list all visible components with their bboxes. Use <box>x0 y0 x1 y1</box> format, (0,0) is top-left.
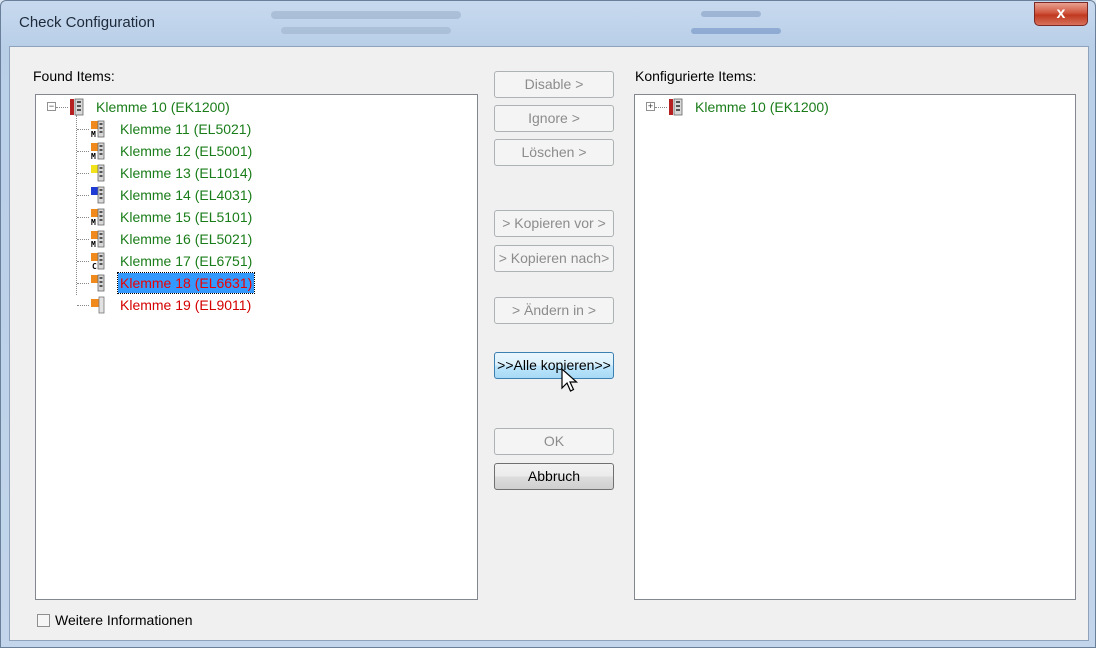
yellow-terminal-icon <box>91 164 105 182</box>
tree-item-label: Klemme 14 (EL4031) <box>120 187 253 203</box>
tree-item-label: Klemme 18 (EL6631) <box>116 272 256 294</box>
blue-terminal-icon <box>91 186 105 204</box>
svg-text:M: M <box>91 218 96 226</box>
tree-item-label: Klemme 11 (EL5021) <box>120 121 252 137</box>
tree-connector <box>77 261 89 262</box>
tree-root-row[interactable]: − Klemme 10 (EK1200) <box>36 97 476 117</box>
ok-button[interactable]: OK <box>494 428 614 455</box>
tree-connector <box>655 107 667 108</box>
dialog-client-area: Found Items: − Klemme 10 (EK1200) M Klemm… <box>9 46 1089 641</box>
copy-after-button[interactable]: > Kopieren nach> <box>494 245 614 272</box>
tree-item-row[interactable]: M Klemme 16 (EL5021) <box>36 229 476 249</box>
tree-item-row[interactable]: M Klemme 11 (EL5021) <box>36 119 476 139</box>
tree-connector <box>77 217 89 218</box>
more-info-label: Weitere Informationen <box>55 612 193 628</box>
tree-connector <box>77 283 89 284</box>
background-window-blur <box>271 11 461 19</box>
orange-terminal-icon <box>91 274 105 292</box>
mouse-cursor-icon <box>561 368 579 392</box>
tree-item-row[interactable]: C Klemme 17 (EL6751) <box>36 251 476 271</box>
svg-text:M: M <box>91 152 96 160</box>
orange-M-terminal-icon: M <box>91 142 105 160</box>
disable-button[interactable]: Disable > <box>494 71 614 98</box>
tree-connector <box>77 129 89 130</box>
window-title: Check Configuration <box>19 14 155 31</box>
title-bar[interactable]: Check Configuration x <box>1 1 1095 45</box>
background-window-blur <box>701 11 761 17</box>
tree-connector <box>77 151 89 152</box>
more-info-checkbox[interactable] <box>37 614 50 627</box>
close-button[interactable]: x <box>1034 2 1088 26</box>
svg-text:M: M <box>91 130 96 138</box>
coupler-terminal-icon <box>669 98 683 116</box>
expand-icon[interactable]: + <box>646 102 655 111</box>
end-terminal-icon <box>91 296 105 314</box>
copy-all-button[interactable]: >>Alle kopieren>> <box>494 352 614 379</box>
cancel-button[interactable]: Abbruch <box>494 463 614 490</box>
tree-item-label: Klemme 15 (EL5101) <box>120 209 253 225</box>
tree-root-row[interactable]: + Klemme 10 (EK1200) <box>635 97 1075 117</box>
tree-root-label: Klemme 10 (EK1200) <box>96 99 230 115</box>
tree-item-row[interactable]: Klemme 14 (EL4031) <box>36 185 476 205</box>
copy-before-button[interactable]: > Kopieren vor > <box>494 210 614 237</box>
orange-M-terminal-icon: M <box>91 120 105 138</box>
collapse-icon[interactable]: − <box>47 102 56 111</box>
tree-connector <box>77 195 89 196</box>
tree-connector <box>77 305 89 306</box>
orange-C-terminal-icon: C <box>91 252 105 270</box>
change-to-button[interactable]: > Ändern in > <box>494 297 614 324</box>
svg-text:C: C <box>92 262 97 270</box>
tree-item-label: Klemme 16 (EL5021) <box>120 231 253 247</box>
orange-M-terminal-icon: M <box>91 230 105 248</box>
tree-connector <box>56 107 68 108</box>
delete-button[interactable]: Löschen > <box>494 139 614 166</box>
background-window-blur <box>691 28 781 34</box>
tree-item-label: Klemme 12 (EL5001) <box>120 143 253 159</box>
tree-connector <box>77 239 89 240</box>
tree-item-label: Klemme 17 (EL6751) <box>120 253 253 269</box>
tree-item-label: Klemme 19 (EL9011) <box>120 297 252 313</box>
tree-connector <box>77 173 89 174</box>
configured-items-label: Konfigurierte Items: <box>635 68 757 84</box>
orange-M-terminal-icon: M <box>91 208 105 226</box>
background-window-blur <box>281 27 451 34</box>
check-configuration-dialog: Check Configuration x Found Items: − Kle… <box>0 0 1096 648</box>
tree-item-row[interactable]: M Klemme 12 (EL5001) <box>36 141 476 161</box>
found-items-tree[interactable]: − Klemme 10 (EK1200) M Klemme 11 (EL5021)… <box>35 94 478 600</box>
found-items-label: Found Items: <box>33 68 115 84</box>
tree-item-row[interactable]: Klemme 19 (EL9011) <box>36 295 476 315</box>
svg-text:M: M <box>91 240 96 248</box>
tree-item-row[interactable]: M Klemme 15 (EL5101) <box>36 207 476 227</box>
configured-items-tree[interactable]: + Klemme 10 (EK1200) <box>634 94 1076 600</box>
tree-item-label: Klemme 13 (EL1014) <box>120 165 253 181</box>
ignore-button[interactable]: Ignore > <box>494 105 614 132</box>
tree-item-row[interactable]: Klemme 18 (EL6631) <box>36 272 476 294</box>
tree-item-row[interactable]: Klemme 13 (EL1014) <box>36 163 476 183</box>
tree-root-label: Klemme 10 (EK1200) <box>695 99 829 115</box>
coupler-terminal-icon <box>70 98 84 116</box>
